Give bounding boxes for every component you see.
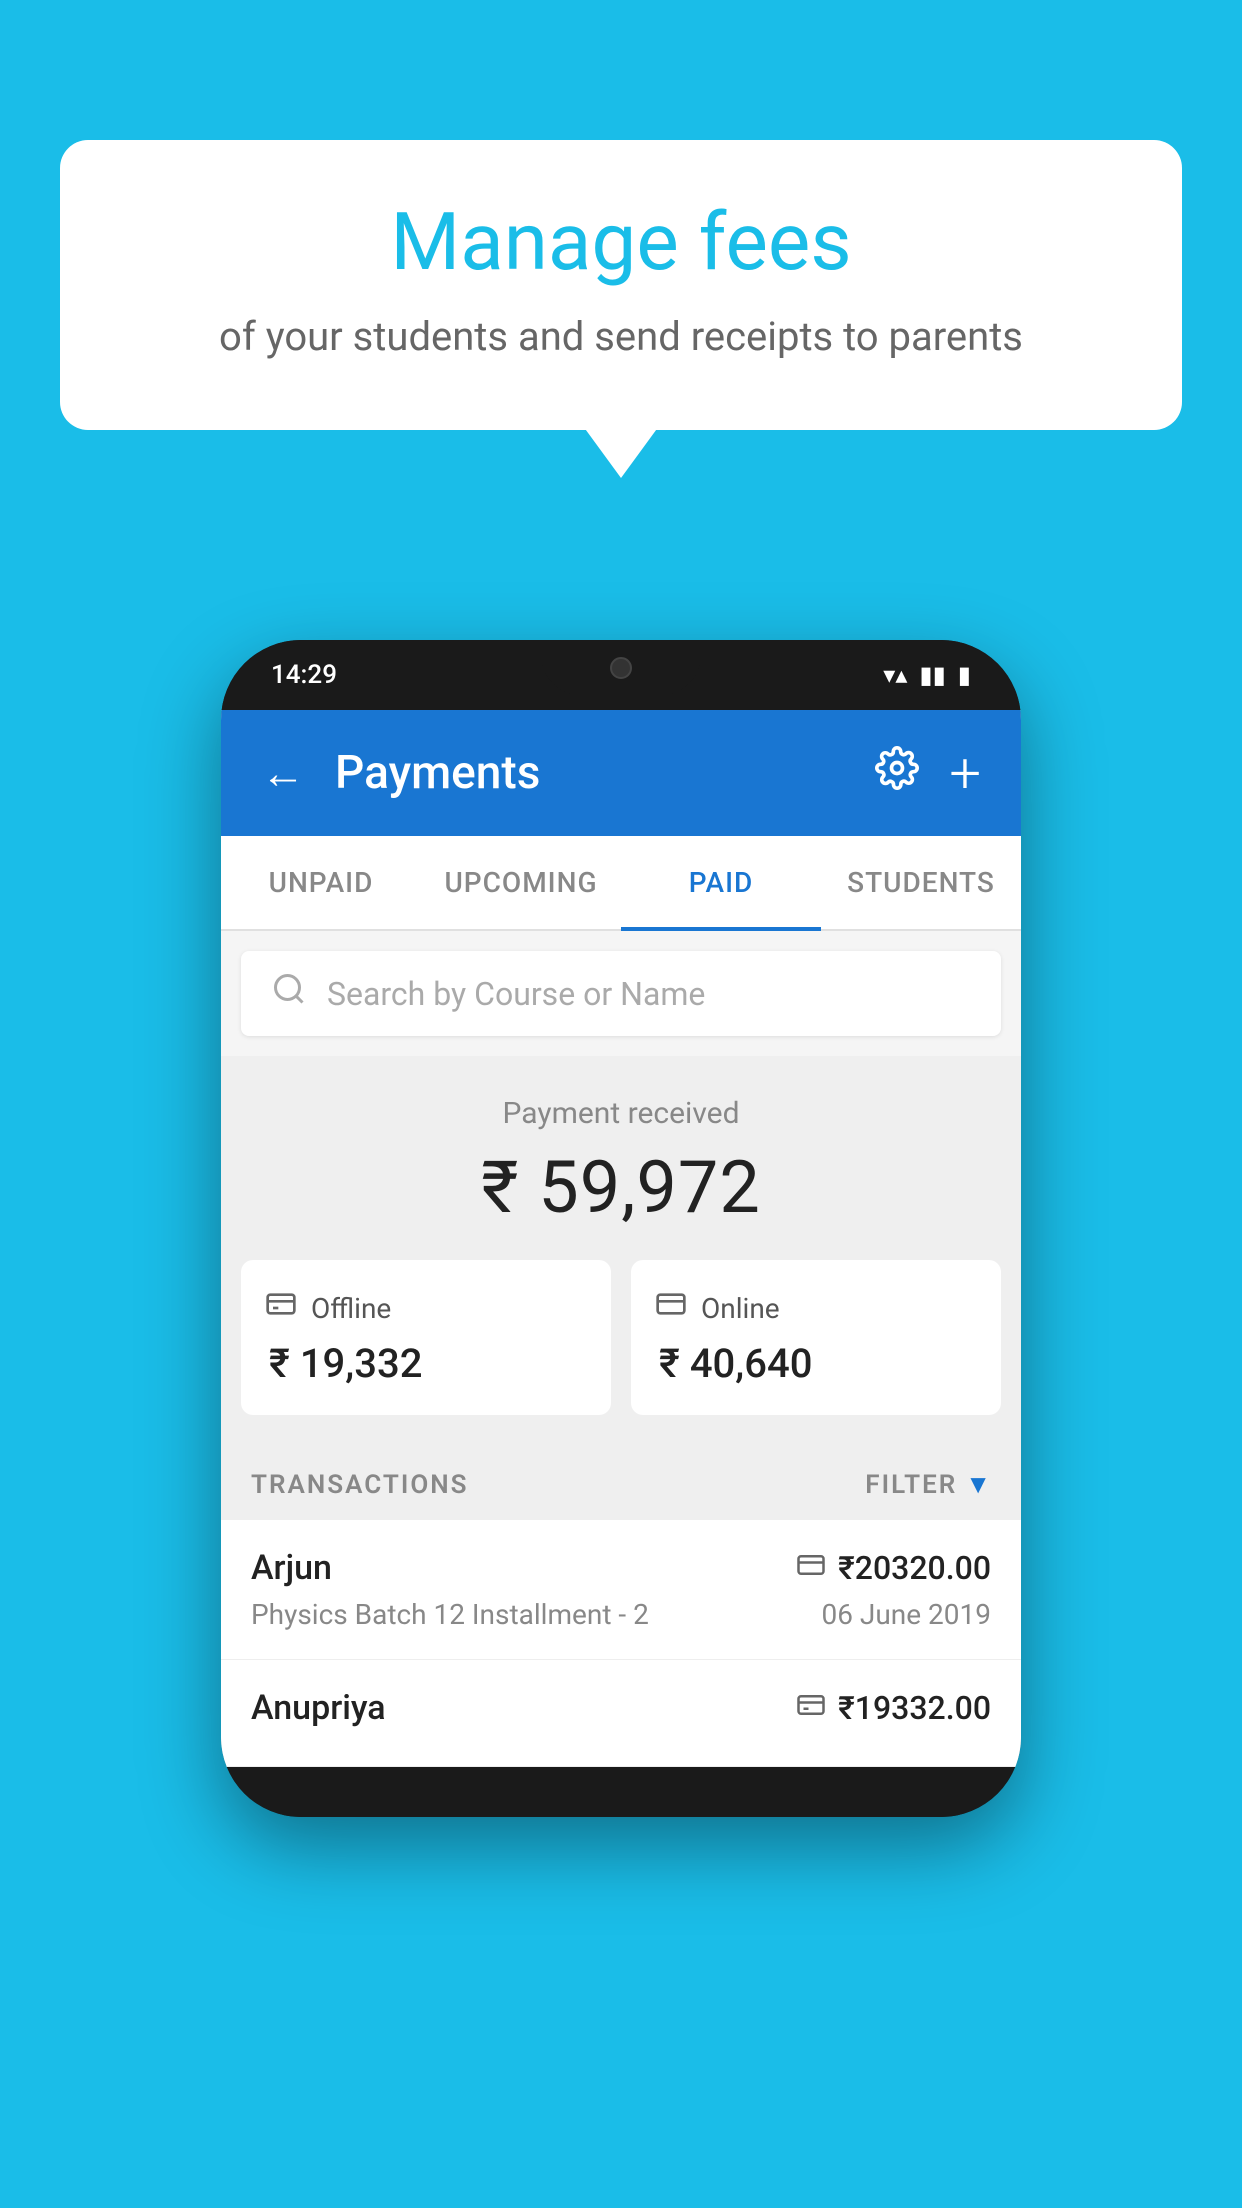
transactions-header: TRANSACTIONS FILTER ▼ (221, 1445, 1021, 1520)
online-amount: ₹ 40,640 (655, 1340, 977, 1387)
transaction-row[interactable]: Anupriya ₹19332.00 (221, 1660, 1021, 1767)
add-icon[interactable]: + (949, 740, 981, 806)
transaction-amount: ₹20320.00 (838, 1549, 991, 1587)
app-header: ← Payments + (221, 710, 1021, 836)
phone-screen: ← Payments + UNPAID UPCOMING PAID (221, 710, 1021, 1767)
online-card: Online ₹ 40,640 (631, 1260, 1001, 1415)
status-bar: 14:29 ▾▴ ▮▮ ▮ (221, 640, 1021, 710)
payment-received-section: Payment received ₹ 59,972 (221, 1056, 1021, 1260)
signal-icon: ▮▮ (919, 661, 945, 689)
wifi-icon: ▾▴ (883, 661, 907, 689)
offline-icon (265, 1288, 297, 1328)
search-input[interactable]: Search by Course or Name (327, 975, 705, 1013)
tab-paid[interactable]: PAID (621, 836, 821, 929)
payment-received-label: Payment received (251, 1096, 991, 1131)
transaction-amount: ₹19332.00 (838, 1689, 991, 1727)
bubble-subtitle: of your students and send receipts to pa… (120, 309, 1122, 365)
page-title: Payments (335, 746, 845, 800)
status-icons: ▾▴ ▮▮ ▮ (883, 661, 971, 689)
tab-upcoming[interactable]: UPCOMING (421, 836, 621, 929)
camera (610, 657, 632, 679)
offline-card: Offline ₹ 19,332 (241, 1260, 611, 1415)
transaction-amount-wrap: ₹19332.00 (796, 1689, 991, 1727)
settings-icon[interactable] (875, 746, 919, 800)
header-actions: + (875, 740, 981, 806)
phone-container: 14:29 ▾▴ ▮▮ ▮ ← Payments (221, 640, 1021, 1817)
payment-amount: ₹ 59,972 (251, 1145, 991, 1230)
online-icon (655, 1288, 687, 1328)
search-icon (271, 971, 307, 1016)
transaction-date: 06 June 2019 (821, 1598, 991, 1631)
phone: 14:29 ▾▴ ▮▮ ▮ ← Payments (221, 640, 1021, 1817)
transaction-amount-wrap: ₹20320.00 (796, 1549, 991, 1587)
transaction-name: Arjun (251, 1548, 332, 1588)
filter-icon[interactable]: ▼ (965, 1469, 991, 1500)
tab-students[interactable]: STUDENTS (821, 836, 1021, 929)
transaction-row[interactable]: Arjun ₹20320.00 Physics Batch 12 Install… (221, 1520, 1021, 1660)
speech-bubble-container: Manage fees of your students and send re… (60, 140, 1182, 430)
transaction-course: Physics Batch 12 Installment - 2 (251, 1598, 649, 1631)
speech-bubble: Manage fees of your students and send re… (60, 140, 1182, 430)
payment-cards: Offline ₹ 19,332 Online ₹ 4 (221, 1260, 1021, 1445)
notch (541, 640, 701, 695)
phone-bottom-bar (221, 1767, 1021, 1817)
battery-icon: ▮ (958, 661, 971, 689)
transactions-label: TRANSACTIONS (251, 1470, 469, 1500)
tabs-row: UNPAID UPCOMING PAID STUDENTS (221, 836, 1021, 931)
filter-group[interactable]: FILTER ▼ (865, 1469, 991, 1500)
offline-amount: ₹ 19,332 (265, 1340, 587, 1387)
bubble-title: Manage fees (120, 195, 1122, 289)
online-payment-icon (796, 1550, 826, 1587)
online-label: Online (701, 1292, 780, 1325)
tab-unpaid[interactable]: UNPAID (221, 836, 421, 929)
transaction-name: Anupriya (251, 1688, 386, 1728)
search-bar[interactable]: Search by Course or Name (241, 951, 1001, 1036)
filter-label: FILTER (865, 1470, 957, 1500)
status-time: 14:29 (271, 660, 337, 690)
offline-payment-icon (796, 1690, 826, 1727)
back-button[interactable]: ← (261, 747, 305, 799)
offline-label: Offline (311, 1292, 391, 1325)
